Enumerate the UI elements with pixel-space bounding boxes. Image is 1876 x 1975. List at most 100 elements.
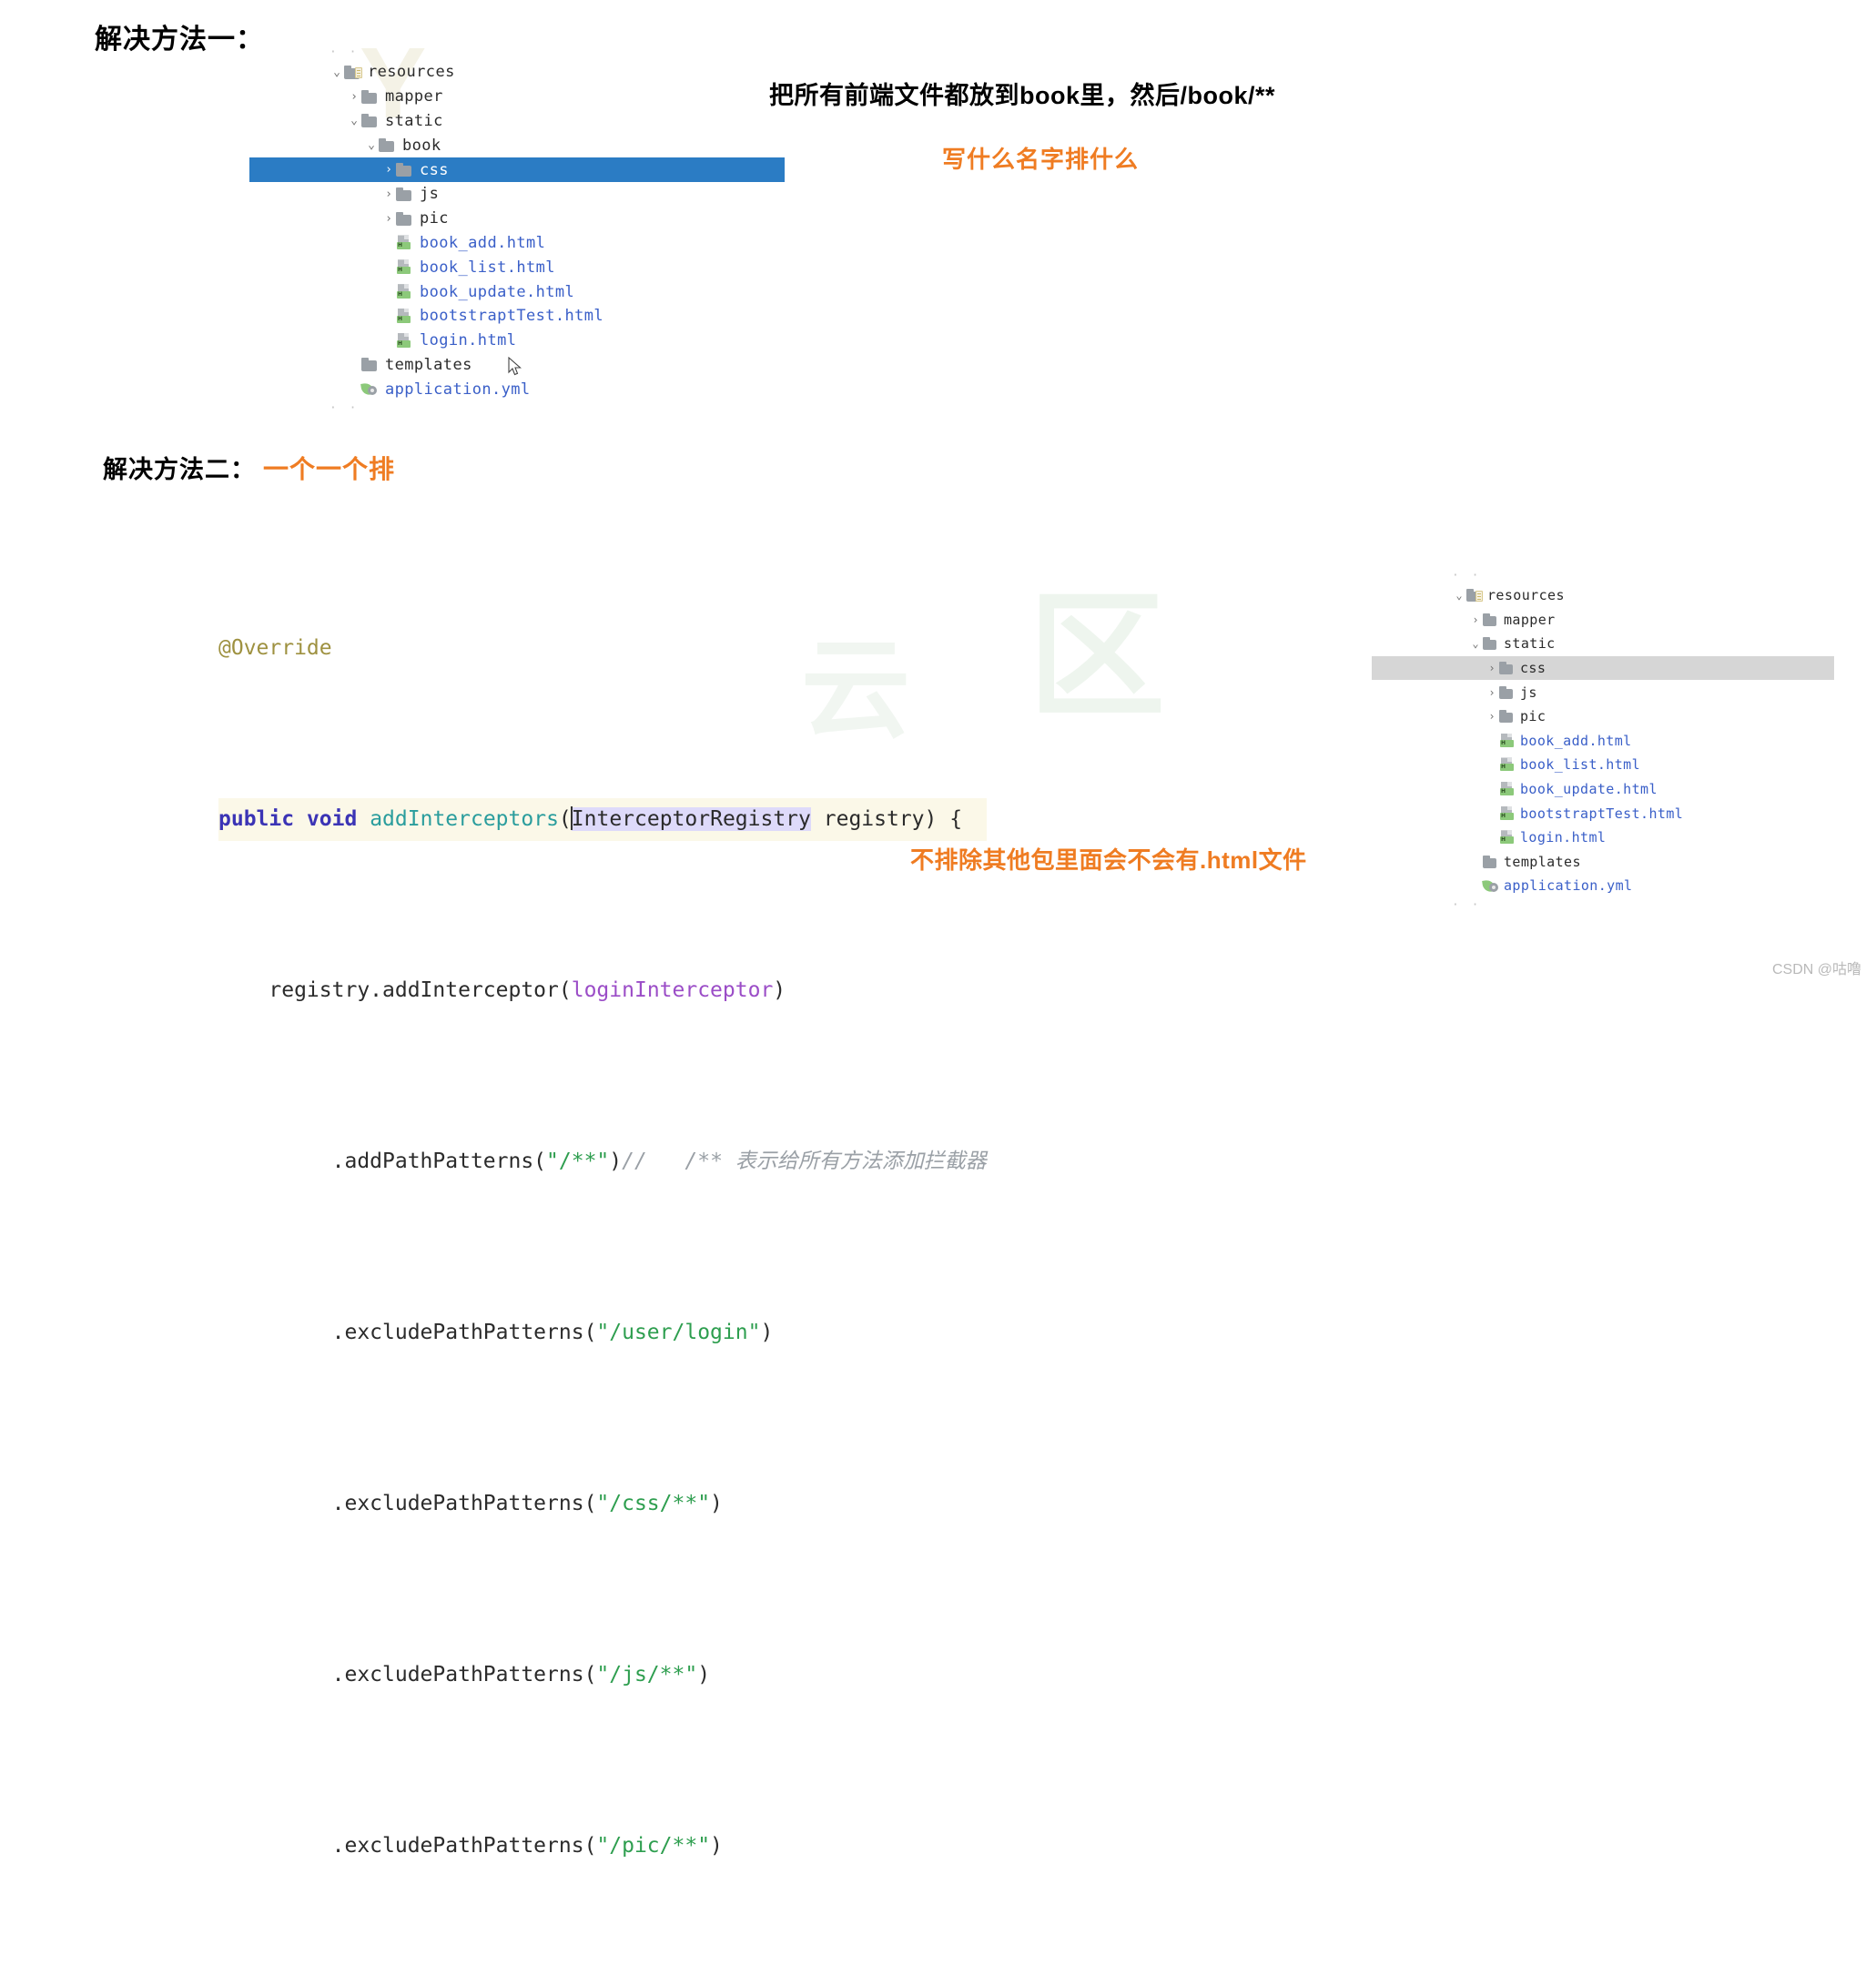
code-line-exclude-css: .excludePathPatterns("/css/**"): [331, 1492, 723, 1515]
chevron-down-icon[interactable]: ⌄: [364, 139, 379, 151]
excludepathpatterns-call-1: .excludePathPatterns(: [331, 1321, 597, 1344]
tree-row-bootstrapttest-html[interactable]: HbootstraptTest.html: [1452, 801, 1770, 825]
tree-row-templates[interactable]: templates: [330, 353, 721, 378]
excludepathpatterns-call-4: .excludePathPatterns(: [331, 1834, 597, 1858]
tree-row-bootstrapttest-html[interactable]: HbootstraptTest.html: [330, 304, 721, 329]
override-annotation: @Override: [218, 636, 332, 660]
tree-row-mapper[interactable]: › mapper: [1452, 608, 1770, 633]
tree-row-mapper[interactable]: › mapper: [330, 85, 721, 109]
tree-ellipsis-top: · ·: [330, 46, 360, 59]
tree-ellipsis-top: · ·: [1452, 569, 1482, 582]
folder-resources-icon: [344, 65, 362, 80]
tree-row-label: book_update.html: [420, 282, 575, 301]
file-tree-left[interactable]: · · ⌄ resources › mapper ⌄ static ⌄ book › css › js ›…: [249, 46, 785, 416]
keyword-public: public: [218, 807, 295, 831]
tree-row-application-yml[interactable]: application.yml: [330, 377, 721, 401]
folder-resources-icon: [1466, 588, 1483, 603]
registry-addinterceptor-call: registry.addInterceptor(: [269, 978, 572, 1002]
tree-row-css[interactable]: › css: [249, 157, 785, 182]
chevron-right-icon[interactable]: ›: [381, 188, 396, 200]
method-name-addinterceptors: addInterceptors: [370, 807, 559, 831]
tree-row-resources[interactable]: ⌄ resources: [1452, 583, 1770, 608]
tree-row-js[interactable]: › js: [330, 182, 721, 207]
code-line-addinterceptor: registry.addInterceptor(loginInterceptor…: [269, 978, 786, 1002]
html-file-icon: H: [1499, 805, 1515, 821]
code-line-annotation: @Override: [218, 627, 987, 670]
java-code-snippet[interactable]: @Override public void addInterceptors(In…: [218, 499, 987, 1975]
tree-row-pic[interactable]: › pic: [330, 207, 721, 231]
param-registry: registry: [823, 807, 925, 831]
solution-two-label: 解决方法二：: [103, 456, 256, 483]
tree-row-static[interactable]: ⌄ static: [330, 109, 721, 134]
addpathpatterns-call: .addPathPatterns(: [331, 1150, 547, 1173]
folder-icon: [361, 357, 379, 372]
string-user-login: "/user/login": [596, 1321, 761, 1344]
tree-row-label: bootstraptTest.html: [1520, 805, 1684, 822]
chevron-down-icon[interactable]: ⌄: [330, 66, 344, 78]
tree-row-login-html[interactable]: Hlogin.html: [1452, 825, 1770, 850]
page-title-solution-one: 解决方法一：: [95, 16, 264, 56]
tree-row-label: bootstraptTest.html: [420, 307, 604, 326]
tree-row-book-update-html[interactable]: Hbook_update.html: [1452, 777, 1770, 802]
mouse-pointer-icon: [508, 357, 522, 376]
tree-row-label: application.yml: [385, 380, 531, 399]
chevron-right-icon[interactable]: ›: [381, 164, 396, 176]
chevron-right-icon[interactable]: ›: [1485, 687, 1499, 698]
tree-row-label: css: [1520, 660, 1546, 677]
tree-row-book-add-html[interactable]: Hbook_add.html: [1452, 729, 1770, 754]
folder-icon: [396, 211, 413, 227]
chevron-down-icon[interactable]: ⌄: [347, 115, 361, 127]
html-file-icon: H: [396, 308, 413, 324]
tree-row-css[interactable]: › css: [1372, 655, 1834, 681]
chevron-down-icon[interactable]: ⌄: [1452, 590, 1466, 601]
tree-row-resources[interactable]: ⌄ resources: [330, 60, 721, 85]
code-line-exclude-js: .excludePathPatterns("/js/**"): [331, 1663, 711, 1686]
tree-row-login-html[interactable]: Hlogin.html: [330, 329, 721, 353]
html-file-icon: H: [1499, 782, 1515, 796]
tree-row-templates[interactable]: templates: [1452, 850, 1770, 875]
tree-row-book-update-html[interactable]: Hbook_update.html: [330, 279, 721, 304]
tree-row-label: book_add.html: [420, 233, 546, 252]
tree-row-book-list-html[interactable]: Hbook_list.html: [330, 255, 721, 279]
tree-row-book[interactable]: ⌄ book: [330, 133, 721, 157]
tree-row-label: pic: [420, 209, 449, 228]
html-file-icon: H: [396, 259, 413, 275]
tree-row-book-list-html[interactable]: Hbook_list.html: [1452, 753, 1770, 777]
background-watermark-2: 区: [1029, 580, 1165, 733]
folder-icon: [361, 113, 379, 128]
string-all-paths: "/**": [546, 1150, 610, 1173]
string-css: "/css/**": [596, 1492, 711, 1515]
folder-icon: [379, 137, 396, 153]
tree-row-static[interactable]: ⌄ static: [1452, 632, 1770, 656]
tree-row-js[interactable]: › js: [1452, 680, 1770, 704]
solution-one-label: 解决方法一：: [95, 25, 264, 55]
tree-row-label: mapper: [1504, 611, 1556, 628]
tree-row-book-add-html[interactable]: Hbook_add.html: [330, 231, 721, 256]
tree-row-label: login.html: [1520, 829, 1607, 846]
code-line-method-signature: public void addInterceptors(InterceptorR…: [218, 798, 987, 841]
chevron-right-icon[interactable]: ›: [1485, 711, 1499, 722]
code-line-exclude-pic: .excludePathPatterns("/pic/**"): [331, 1834, 723, 1858]
keyword-void: void: [306, 807, 358, 831]
chevron-right-icon[interactable]: ›: [1485, 663, 1499, 674]
tree-row-label: book_add.html: [1520, 732, 1632, 749]
excludepathpatterns-call-3: .excludePathPatterns(: [331, 1663, 597, 1686]
file-tree-right[interactable]: · · ⌄ resources › mapper ⌄ static › css › js › pic Hb…: [1372, 569, 1834, 913]
chevron-right-icon[interactable]: ›: [1468, 614, 1483, 625]
solution-two-note: 一个一个排: [263, 455, 396, 483]
tree-row-label: book_update.html: [1520, 781, 1658, 798]
tree-row-label: resources: [1487, 587, 1565, 604]
tree-row-label: css: [420, 160, 449, 179]
folder-icon: [1499, 709, 1515, 724]
tree-row-label: mapper: [385, 87, 443, 106]
spring-yml-icon: [1482, 878, 1498, 894]
tree-row-pic[interactable]: › pic: [1452, 704, 1770, 729]
annotation-orange-note-2: 不排除其他包里面会不会有.html文件: [910, 846, 1307, 874]
field-logininterceptor: loginInterceptor: [571, 978, 774, 1002]
tree-row-application-yml[interactable]: application.yml: [1452, 874, 1770, 898]
selected-type-interceptorregistry: InterceptorRegistry: [570, 806, 811, 831]
chevron-right-icon[interactable]: ›: [381, 213, 396, 225]
chevron-down-icon[interactable]: ⌄: [1468, 638, 1483, 649]
folder-icon: [361, 89, 379, 105]
chevron-right-icon[interactable]: ›: [347, 91, 361, 103]
